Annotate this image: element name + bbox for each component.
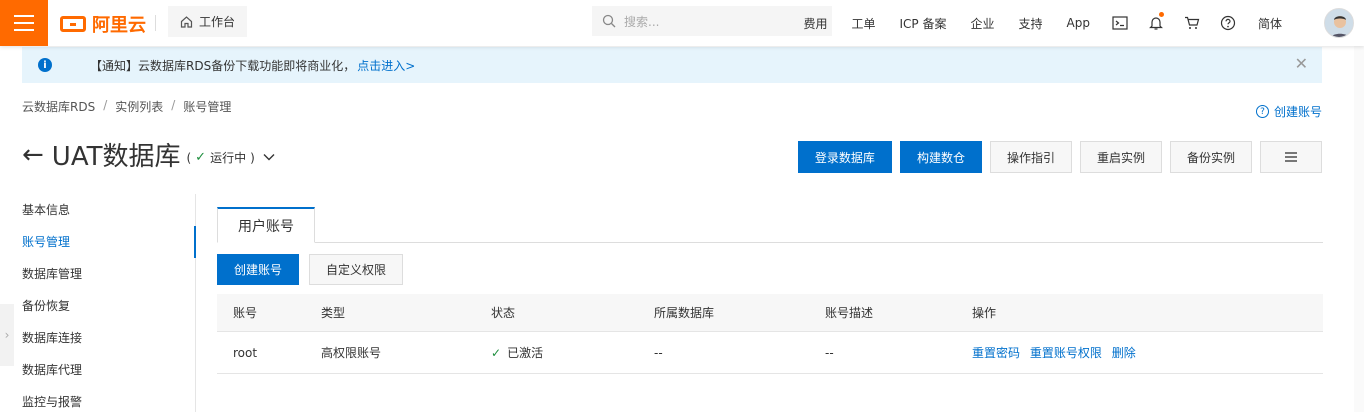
workbench-button[interactable]: 工作台 [168,6,248,37]
account-cell: root [233,345,258,360]
notice-text: 【通知】云数据库RDS备份下载功能即将商业化， 点击进入> [90,57,415,74]
nav-tickets[interactable]: 工单 [840,15,888,32]
check-icon: ✓ [491,346,502,360]
check-icon: ✓ [195,150,207,165]
status-text: 运行中 [210,151,247,165]
sidebar-item-proxy[interactable]: 数据库代理 [0,354,195,386]
sidebar-item-basic-info[interactable]: 基本信息 [0,194,195,226]
backup-button[interactable]: 备份实例 [1169,141,1252,173]
type-cell: 高权限账号 [321,346,382,360]
column-header: 账号 [233,306,258,320]
breadcrumb-instances[interactable]: 实例列表 [115,98,163,115]
cart-icon[interactable] [1174,16,1210,30]
notice-link[interactable]: 点击进入> [357,59,415,73]
breadcrumb-rds[interactable]: 云数据库RDS [22,98,95,115]
status-cell: ✓ 已激活 [491,344,654,361]
tab-bar: 用户账号 [217,207,1323,243]
top-nav: 费用 工单 ICP 备案 企业 支持 App 简体 [791,0,1294,46]
sidebar-item-monitoring[interactable]: 监控与报警 [0,386,195,418]
status-paren-close: ) [250,150,255,165]
aliyun-logo[interactable]: 阿里云 [60,11,146,37]
notice-banner: i 【通知】云数据库RDS备份下载功能即将商业化， 点击进入> ✕ [22,47,1322,83]
delete-link[interactable]: 删除 [1112,346,1136,360]
info-icon: i [38,58,52,72]
sidebar-item-databases[interactable]: 数据库管理 [0,258,195,290]
menu-icon[interactable] [0,0,48,46]
logo-mark-icon [60,16,86,32]
custom-permission-button[interactable]: 自定义权限 [309,254,404,285]
table-toolbar: 创建账号 自定义权限 [217,254,404,285]
reset-permissions-link[interactable]: 重置账号权限 [1030,346,1102,360]
terminal-icon[interactable] [1102,16,1138,30]
database-cell: -- [654,345,663,360]
language-switch[interactable]: 简体 [1246,15,1294,32]
nav-icp[interactable]: ICP 备案 [888,15,959,32]
login-database-button[interactable]: 登录数据库 [797,141,892,173]
breadcrumb-separator: / [103,98,108,112]
sidebar-item-backup[interactable]: 备份恢复 [0,290,195,322]
create-account-help-label: 创建账号 [1273,105,1322,119]
nav-enterprise[interactable]: 企业 [959,15,1007,32]
list-icon [1285,152,1297,162]
instance-name: UAT数据库 [51,142,181,172]
status-badge: ( ✓ 运行中 ) [186,149,254,166]
page-title: ← UAT数据库 ( ✓ 运行中 ) [22,136,275,173]
instance-actions: 登录数据库 构建数仓 操作指引 重启实例 备份实例 [797,141,1322,173]
avatar[interactable] [1324,8,1354,38]
build-warehouse-button[interactable]: 构建数仓 [899,141,982,173]
back-arrow-icon[interactable]: ← [22,142,44,168]
search-icon [602,14,616,28]
column-header: 状态 [491,306,516,320]
question-icon: ? [1255,105,1269,118]
breadcrumb: 云数据库RDS / 实例列表 / 账号管理 [22,98,231,115]
create-account-button[interactable]: 创建账号 [217,254,300,285]
column-header: 操作 [972,306,997,320]
status-paren-open: ( [186,150,192,165]
reset-password-link[interactable]: 重置密码 [972,346,1020,360]
breadcrumb-current: 账号管理 [183,100,232,114]
sidebar-item-connection[interactable]: 数据库连接 [0,322,195,354]
chevron-down-icon[interactable] [263,150,275,165]
logo-text: 阿里云 [92,15,146,36]
more-menu-button[interactable] [1260,141,1322,173]
divider [155,15,156,31]
tab-user-accounts[interactable]: 用户账号 [217,207,315,243]
breadcrumb-separator: / [171,98,176,112]
workbench-label: 工作台 [199,15,236,29]
notification-dot [1158,12,1164,17]
nav-app[interactable]: App [1055,16,1102,30]
sidebar-item-accounts[interactable]: 账号管理 [0,226,196,258]
column-header: 类型 [321,306,346,320]
operations-cell: 重置密码 重置账号权限 删除 [972,344,1323,361]
column-header: 所属数据库 [654,306,715,320]
nav-fees[interactable]: 费用 [791,15,839,32]
restart-button[interactable]: 重启实例 [1079,141,1162,173]
help-icon[interactable] [1210,15,1246,31]
scrollbar[interactable] [1354,46,1364,412]
nav-support[interactable]: 支持 [1007,15,1055,32]
sidebar-collapse-handle[interactable]: › [0,304,14,366]
accounts-table: 账号 类型 状态 所属数据库 账号描述 操作 root 高权限账号 ✓ 已激活 -… [217,294,1323,374]
status-value: 已激活 [507,346,544,360]
table-header: 账号 类型 状态 所属数据库 账号描述 操作 [217,294,1323,332]
side-nav: 基本信息 账号管理 数据库管理 备份恢复 数据库连接 数据库代理 监控与报警 [0,194,196,412]
notice-message: 【通知】云数据库RDS备份下载功能即将商业化， [90,58,356,73]
bell-icon[interactable] [1138,12,1174,31]
column-header: 账号描述 [825,306,874,320]
search-input[interactable]: 搜索... [624,13,659,30]
home-icon [180,16,193,28]
table-row: root 高权限账号 ✓ 已激活 -- -- 重置密码 重置账号权限 删除 [217,332,1323,374]
description-cell: -- [825,345,834,360]
top-bar: 阿里云 工作台 搜索... 费用 工单 ICP 备案 企业 支持 App 简体 [0,0,1364,46]
guide-button[interactable]: 操作指引 [989,141,1072,173]
close-icon[interactable]: ✕ [1295,56,1308,72]
create-account-help-link[interactable]: ? 创建账号 [1255,103,1322,120]
